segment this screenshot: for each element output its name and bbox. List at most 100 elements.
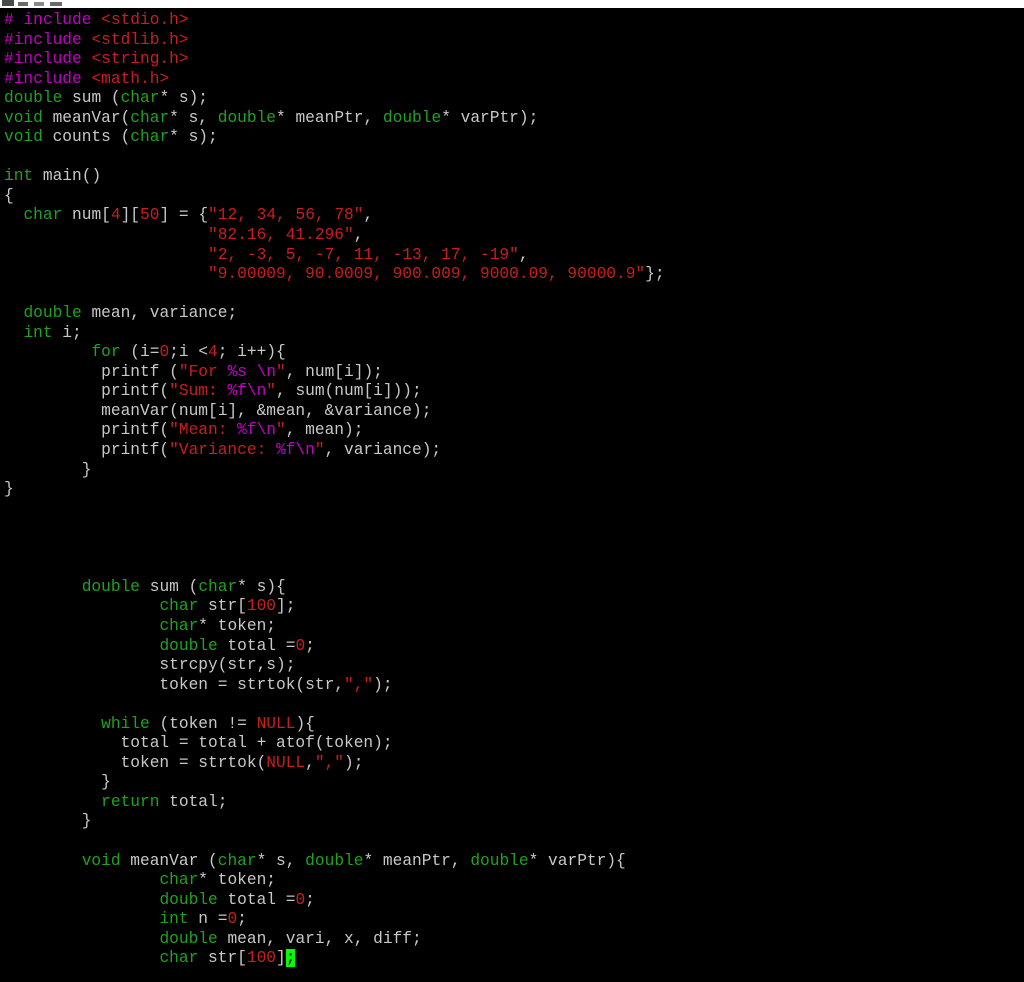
code-token-kw: double xyxy=(382,108,442,127)
code-token-kw: char xyxy=(159,616,199,635)
code-token-tx xyxy=(4,852,82,870)
code-token-lit: <stdlib.h> xyxy=(91,30,189,49)
code-token-lit: 0 xyxy=(159,343,170,362)
code-line: } xyxy=(4,773,665,793)
code-line: double total =0; xyxy=(4,891,665,911)
terminal-editor-area[interactable]: # include <stdio.h> #include <stdlib.h> #i… xyxy=(0,8,1024,982)
code-token-tx: ; xyxy=(237,910,247,929)
code-token-kw: double xyxy=(159,929,218,948)
code-token-tx: counts ( xyxy=(42,128,131,147)
code-line: char num[4][50] = {"12, 34, 56, 78", xyxy=(4,206,665,226)
source-code: # include <stdio.h> #include <stdlib.h> #i… xyxy=(4,11,665,969)
code-line: printf("Sum: %f\n", sum(num[i])); xyxy=(4,382,665,402)
code-line: strcpy(str,s); xyxy=(4,656,665,676)
code-token-kw: char xyxy=(159,871,199,890)
code-token-lit: "82.16, 41.296" xyxy=(208,226,354,245)
code-line: int main() xyxy=(4,167,665,187)
code-token-tx xyxy=(4,206,23,224)
code-token-tx: n = xyxy=(188,910,228,929)
title-text-fragment xyxy=(18,2,28,6)
code-token-tx: }; xyxy=(645,265,665,284)
code-token-kw: int xyxy=(23,323,53,342)
code-line: "82.16, 41.296", xyxy=(4,226,665,246)
code-token-kw: double xyxy=(305,851,364,870)
code-token-tx: token = strtok( xyxy=(4,753,267,772)
code-token-lit: 4 xyxy=(110,206,121,225)
code-token-tx: ; xyxy=(305,636,315,655)
code-token-tx: mean, vari, x, diff; xyxy=(217,929,422,948)
code-token-tx: , xyxy=(363,206,374,225)
code-line: char str[100]; xyxy=(4,597,665,617)
code-token-tx: sum ( xyxy=(140,577,199,596)
code-line: printf ("For %s \n", num[i]); xyxy=(4,363,665,383)
code-token-tx: , mean); xyxy=(285,421,364,440)
code-token-tx xyxy=(4,578,82,596)
code-line: void meanVar (char* s, double* meanPtr, … xyxy=(4,852,665,872)
code-token-kw: while xyxy=(101,714,150,733)
code-token-kw: char xyxy=(130,128,170,147)
title-text-fragment xyxy=(34,2,44,6)
code-line: return total; xyxy=(4,793,665,813)
code-token-tx: ; xyxy=(305,890,315,909)
code-token-pre: #include xyxy=(4,30,92,49)
code-line: double sum (char* s); xyxy=(4,89,665,109)
code-token-lit: "For xyxy=(178,362,228,381)
code-token-tx: ); xyxy=(344,753,364,772)
code-line: } xyxy=(4,480,665,500)
code-line: "2, -3, 5, -7, 11, -13, 17, -19", xyxy=(4,246,665,266)
code-token-tx xyxy=(4,910,159,928)
code-token-tx: } xyxy=(4,480,14,499)
code-token-lit: 0 xyxy=(227,910,238,929)
code-token-lit: " xyxy=(266,382,277,401)
code-line: while (token != NULL){ xyxy=(4,715,665,735)
code-token-lit: "Sum: xyxy=(169,382,228,401)
code-token-tx: meanVar(num[i], &mean, &variance); xyxy=(4,401,432,420)
code-token-tx: , xyxy=(305,753,315,772)
code-line: double mean, vari, x, diff; xyxy=(4,930,665,950)
code-token-tx: printf( xyxy=(4,421,170,440)
code-token-kw: double xyxy=(4,89,63,108)
code-token-tx xyxy=(4,793,101,811)
code-token-kw: return xyxy=(101,792,160,811)
code-token-tx: meanVar( xyxy=(42,108,131,127)
code-token-lit: "Variance: xyxy=(169,441,276,460)
code-token-pre: %s \n xyxy=(227,362,277,381)
code-line: double mean, variance; xyxy=(4,304,665,324)
code-line: void counts (char* s); xyxy=(4,128,665,148)
code-token-lit: <string.h> xyxy=(91,50,189,69)
code-token-tx xyxy=(4,871,159,889)
code-token-lit: 50 xyxy=(140,206,160,225)
code-line: meanVar(num[i], &mean, &variance); xyxy=(4,402,665,422)
code-token-kw: char xyxy=(159,949,199,968)
code-line: { xyxy=(4,187,665,207)
code-token-tx: sum ( xyxy=(62,89,121,108)
code-token-lit: 0 xyxy=(295,636,306,655)
code-token-tx: ;i < xyxy=(169,343,209,362)
code-token-tx: total = xyxy=(217,890,296,909)
code-token-kw: char xyxy=(217,851,257,870)
code-token-tx: * varPtr); xyxy=(441,108,539,127)
code-token-tx: str[ xyxy=(198,597,247,616)
code-token-kw: char xyxy=(198,577,238,596)
code-token-tx: * s); xyxy=(159,89,209,108)
code-token-tx: str[ xyxy=(198,949,247,968)
code-token-tx: printf( xyxy=(4,382,170,401)
code-token-tx: printf ( xyxy=(4,362,179,381)
code-token-tx xyxy=(4,226,208,244)
code-token-tx: token = strtok(str, xyxy=(4,675,344,694)
code-token-lit: 4 xyxy=(208,343,218,362)
code-token-lit: NULL xyxy=(256,714,296,733)
code-token-pre: #include xyxy=(4,69,92,88)
code-token-kw: double xyxy=(23,304,82,323)
code-line: printf("Mean: %f\n", mean); xyxy=(4,421,665,441)
code-token-tx: ; i++){ xyxy=(217,343,286,362)
code-token-tx xyxy=(4,637,159,655)
code-line: token = strtok(str,","); xyxy=(4,676,665,696)
code-token-tx: , xyxy=(518,245,529,264)
code-line: int n =0; xyxy=(4,910,665,930)
code-token-lit: " xyxy=(314,441,325,460)
code-token-tx: total = xyxy=(217,636,296,655)
code-token-lit: <stdio.h> xyxy=(101,11,189,29)
